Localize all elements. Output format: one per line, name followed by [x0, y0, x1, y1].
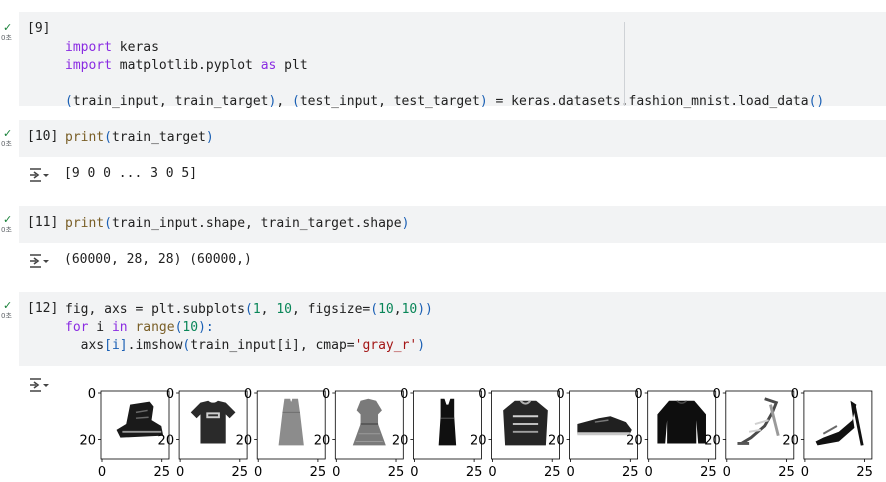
- code-line: import keras: [65, 40, 159, 55]
- y-tick-label: 20: [158, 434, 175, 449]
- x-tick-label: 25: [700, 465, 717, 480]
- code-line: (train_input, train_target), (test_input…: [65, 94, 825, 109]
- cell-output: (60000, 28, 28) (60000,): [64, 252, 252, 267]
- y-tick-label: 0: [556, 387, 564, 402]
- code-line: import matplotlib.pyplot as plt: [65, 58, 308, 73]
- subplot-dress: 0 20 0 25: [392, 387, 483, 480]
- y-tick-label: 0: [166, 387, 174, 402]
- cell-output: [9 0 0 ... 3 0 5]: [64, 166, 198, 181]
- run-check-icon: ✓: [3, 213, 13, 226]
- subplot-sandal: 0 20 0 25: [782, 387, 873, 480]
- x-tick-label: 25: [153, 465, 170, 480]
- clothing-image: [502, 399, 549, 447]
- x-tick-label: 0: [176, 465, 184, 480]
- cell-number: [11]: [27, 215, 59, 230]
- run-check-icon: ✓: [3, 21, 13, 34]
- code-cell-9[interactable]: [9] import keras import matplotlib.pyplo…: [19, 12, 886, 109]
- cell-number: [12]: [27, 301, 59, 316]
- y-tick-label: 0: [478, 387, 486, 402]
- x-tick-label: 25: [544, 465, 561, 480]
- subplot-t-shirt: 0 20 0 25: [158, 387, 249, 480]
- x-tick-label: 25: [778, 465, 795, 480]
- x-tick-label: 0: [645, 465, 653, 480]
- x-tick-label: 0: [566, 465, 574, 480]
- subplot-pullover: 0 20 0 25: [626, 387, 717, 480]
- subplot-dress: 0 20 0 25: [314, 387, 405, 480]
- code-cell-11[interactable]: [11] print(train_input.shape, train_targ…: [19, 206, 886, 243]
- y-tick-label: 0: [713, 387, 721, 402]
- y-tick-label: 20: [392, 434, 409, 449]
- exec-time: 0초: [1, 312, 12, 320]
- exec-time: 0초: [1, 226, 12, 234]
- x-tick-label: 0: [801, 465, 809, 480]
- output-toggle-icon[interactable]: [28, 252, 50, 270]
- subplot-sandal: 0 20 0 25: [704, 387, 795, 480]
- exec-time: 0초: [1, 140, 12, 148]
- code-line: for i in range(10):: [65, 320, 214, 335]
- y-tick-label: 0: [634, 387, 642, 402]
- subplot-sneaker: 0 20 0 25: [548, 387, 639, 480]
- y-tick-label: 0: [791, 387, 799, 402]
- y-tick-label: 20: [470, 434, 487, 449]
- y-tick-label: 20: [548, 434, 565, 449]
- y-tick-label: 0: [322, 387, 330, 402]
- x-tick-label: 25: [232, 465, 249, 480]
- code-line: axs[i].imshow(train_input[i], cmap='gray…: [65, 338, 426, 353]
- matplotlib-figure: 0200 250200 250200 250200 250200 250200 250200…: [79, 387, 873, 480]
- x-tick-label: 0: [98, 465, 106, 480]
- cell-number: [9]: [27, 21, 51, 36]
- y-tick-label: 20: [782, 434, 799, 449]
- ruler-line: [624, 22, 625, 106]
- y-tick-label: 0: [88, 387, 96, 402]
- code-cell-12[interactable]: [12] fig, axs = plt.subplots(1, 10, figs…: [19, 292, 886, 366]
- x-tick-label: 25: [856, 465, 873, 480]
- code-editor[interactable]: print(train_target): [65, 129, 214, 147]
- x-tick-label: 0: [488, 465, 496, 480]
- x-tick-label: 0: [254, 465, 262, 480]
- exec-time: 0초: [1, 34, 12, 42]
- y-tick-label: 20: [314, 434, 331, 449]
- y-tick-label: 0: [244, 387, 252, 402]
- x-tick-label: 0: [410, 465, 418, 480]
- axes-frame: [725, 390, 795, 460]
- code-cell-10[interactable]: [10] print(train_target): [19, 120, 886, 157]
- y-tick-label: 20: [236, 434, 253, 449]
- subplot-pullover: 0 20 0 25: [470, 387, 561, 480]
- subplot-ankle-boot: 0 20 0 25: [79, 387, 170, 480]
- axes-frame: [803, 390, 873, 460]
- output-toggle-icon[interactable]: [28, 166, 50, 184]
- x-tick-label: 25: [622, 465, 639, 480]
- x-tick-label: 25: [466, 465, 483, 480]
- run-check-icon: ✓: [3, 299, 13, 312]
- y-tick-label: 20: [79, 434, 96, 449]
- y-tick-label: 20: [626, 434, 643, 449]
- x-tick-label: 0: [723, 465, 731, 480]
- x-tick-label: 25: [388, 465, 405, 480]
- clothing-image: [438, 398, 457, 446]
- x-tick-label: 0: [332, 465, 340, 480]
- subplot-dress: 0 20 0 25: [236, 387, 327, 480]
- clothing-image: [656, 399, 707, 445]
- run-check-icon: ✓: [3, 127, 13, 140]
- code-editor[interactable]: print(train_input.shape, train_target.sh…: [65, 215, 409, 233]
- code-editor[interactable]: import keras import matplotlib.pyplot as…: [65, 21, 824, 111]
- x-tick-label: 25: [310, 465, 327, 480]
- y-tick-label: 0: [400, 387, 408, 402]
- cell-number: [10]: [27, 129, 59, 144]
- code-line: fig, axs = plt.subplots(1, 10, figsize=(…: [65, 302, 433, 317]
- code-editor[interactable]: fig, axs = plt.subplots(1, 10, figsize=(…: [65, 301, 433, 355]
- y-tick-label: 20: [704, 434, 721, 449]
